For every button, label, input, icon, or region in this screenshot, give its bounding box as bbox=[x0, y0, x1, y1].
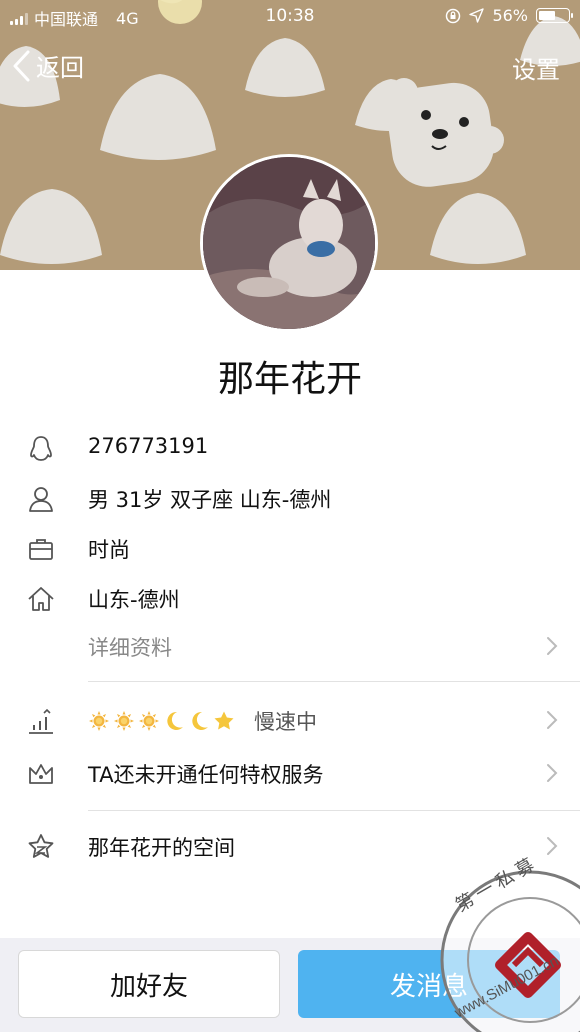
sun-icon bbox=[89, 711, 109, 731]
level-row[interactable]: 慢速中 bbox=[0, 696, 580, 746]
chevron-right-icon bbox=[547, 711, 558, 729]
nickname: 那年花开 bbox=[217, 359, 362, 400]
status-bar: 中国联通 4G 10:38 56% bbox=[0, 0, 580, 32]
privilege-row[interactable]: TA还未开通任何特权服务 bbox=[0, 749, 580, 799]
divider bbox=[88, 681, 580, 682]
battery-icon bbox=[536, 8, 573, 23]
person-icon bbox=[29, 487, 53, 512]
penguin-icon bbox=[30, 436, 52, 461]
location-icon bbox=[469, 8, 485, 23]
speed-status: 慢速中 bbox=[254, 710, 317, 734]
hometown-row: 山东-德州 bbox=[0, 574, 580, 624]
qzone-star-icon bbox=[28, 834, 54, 858]
hometown: 山东-德州 bbox=[88, 588, 180, 612]
add-friend-button[interactable]: 加好友 bbox=[18, 950, 280, 1018]
sun-icon bbox=[139, 711, 159, 731]
back-label: 返回 bbox=[36, 54, 84, 82]
chevron-right-icon bbox=[547, 764, 558, 782]
qq-number: 276773191 bbox=[88, 434, 209, 458]
basic-info-row: 男 31岁 双子座 山东-德州 bbox=[0, 474, 580, 524]
status-right: 56% bbox=[445, 6, 573, 25]
watermark-logo: 第 一 私 募 www.SiMu001.cn bbox=[440, 855, 580, 1032]
rotation-lock-icon bbox=[446, 8, 461, 23]
privilege-label: TA还未开通任何特权服务 bbox=[88, 763, 324, 787]
detail-info-row[interactable]: 详细资料 bbox=[0, 622, 580, 672]
back-button[interactable]: 返回 bbox=[12, 48, 84, 83]
basic-info: 男 31岁 双子座 山东-德州 bbox=[88, 488, 332, 512]
moon-icon bbox=[192, 711, 208, 730]
chevron-right-icon bbox=[547, 637, 558, 655]
occupation: 时尚 bbox=[88, 538, 130, 562]
briefcase-icon bbox=[29, 539, 53, 560]
avatar[interactable] bbox=[200, 154, 378, 332]
moon-icon bbox=[167, 711, 183, 730]
crown-icon bbox=[29, 764, 53, 784]
star-icon bbox=[214, 711, 234, 730]
settings-button[interactable]: 设置 bbox=[512, 50, 560, 85]
divider bbox=[88, 810, 580, 811]
nav-bar: 返回 设置 bbox=[0, 44, 580, 88]
home-icon bbox=[28, 587, 54, 611]
level-icons bbox=[88, 710, 235, 732]
qzone-label: 那年花开的空间 bbox=[88, 836, 235, 860]
avatar-image bbox=[203, 157, 375, 329]
chevron-left-icon bbox=[13, 50, 30, 81]
sun-icon bbox=[114, 711, 134, 731]
level-chart-icon bbox=[29, 708, 53, 734]
occupation-row: 时尚 bbox=[0, 524, 580, 574]
battery-percent: 56% bbox=[492, 6, 528, 25]
qq-number-row: 276773191 bbox=[0, 424, 580, 474]
detail-info-link: 详细资料 bbox=[88, 636, 172, 660]
